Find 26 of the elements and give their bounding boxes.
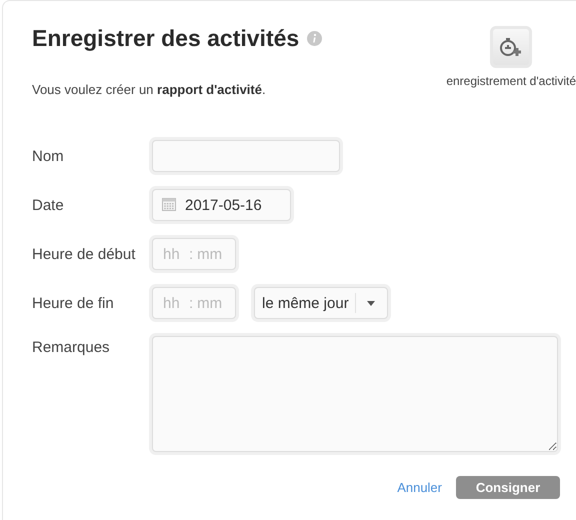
field-label: Heure de début (32, 246, 136, 262)
field-label: Nom (32, 148, 65, 164)
time-field[interactable]: hh : mm (152, 238, 236, 270)
page-title: Enregistrer des activités (32, 25, 300, 52)
field-label: Remarques (32, 338, 111, 356)
minute-field[interactable]: mm (197, 246, 226, 262)
field-label: Heure de fin (32, 294, 115, 312)
day-select[interactable]: le même jour (254, 287, 388, 319)
add-timer-button[interactable] (490, 26, 532, 68)
time-field[interactable]: hh : mm (152, 287, 236, 319)
name-field[interactable] (152, 140, 340, 172)
time-separator: : (189, 294, 194, 312)
remarks-field[interactable] (152, 336, 558, 452)
cancel-link[interactable]: Annuler (397, 480, 442, 495)
field-label: Date (32, 196, 65, 214)
calendar-icon (162, 197, 176, 211)
shortcut-label: enregistrement d'activité (446, 74, 576, 88)
date-field[interactable]: 2017-05-16 (152, 189, 291, 221)
hour-field[interactable]: hh (163, 294, 185, 312)
submit-button[interactable]: Consigner (456, 476, 560, 499)
description: Vous voulez créer un rapport d'activité. (32, 82, 267, 97)
hour-field[interactable]: hh (163, 246, 185, 262)
caret-icon (366, 300, 375, 306)
time-separator: : (189, 246, 194, 262)
minute-field[interactable]: mm (197, 294, 226, 312)
info-icon[interactable] (307, 31, 322, 46)
